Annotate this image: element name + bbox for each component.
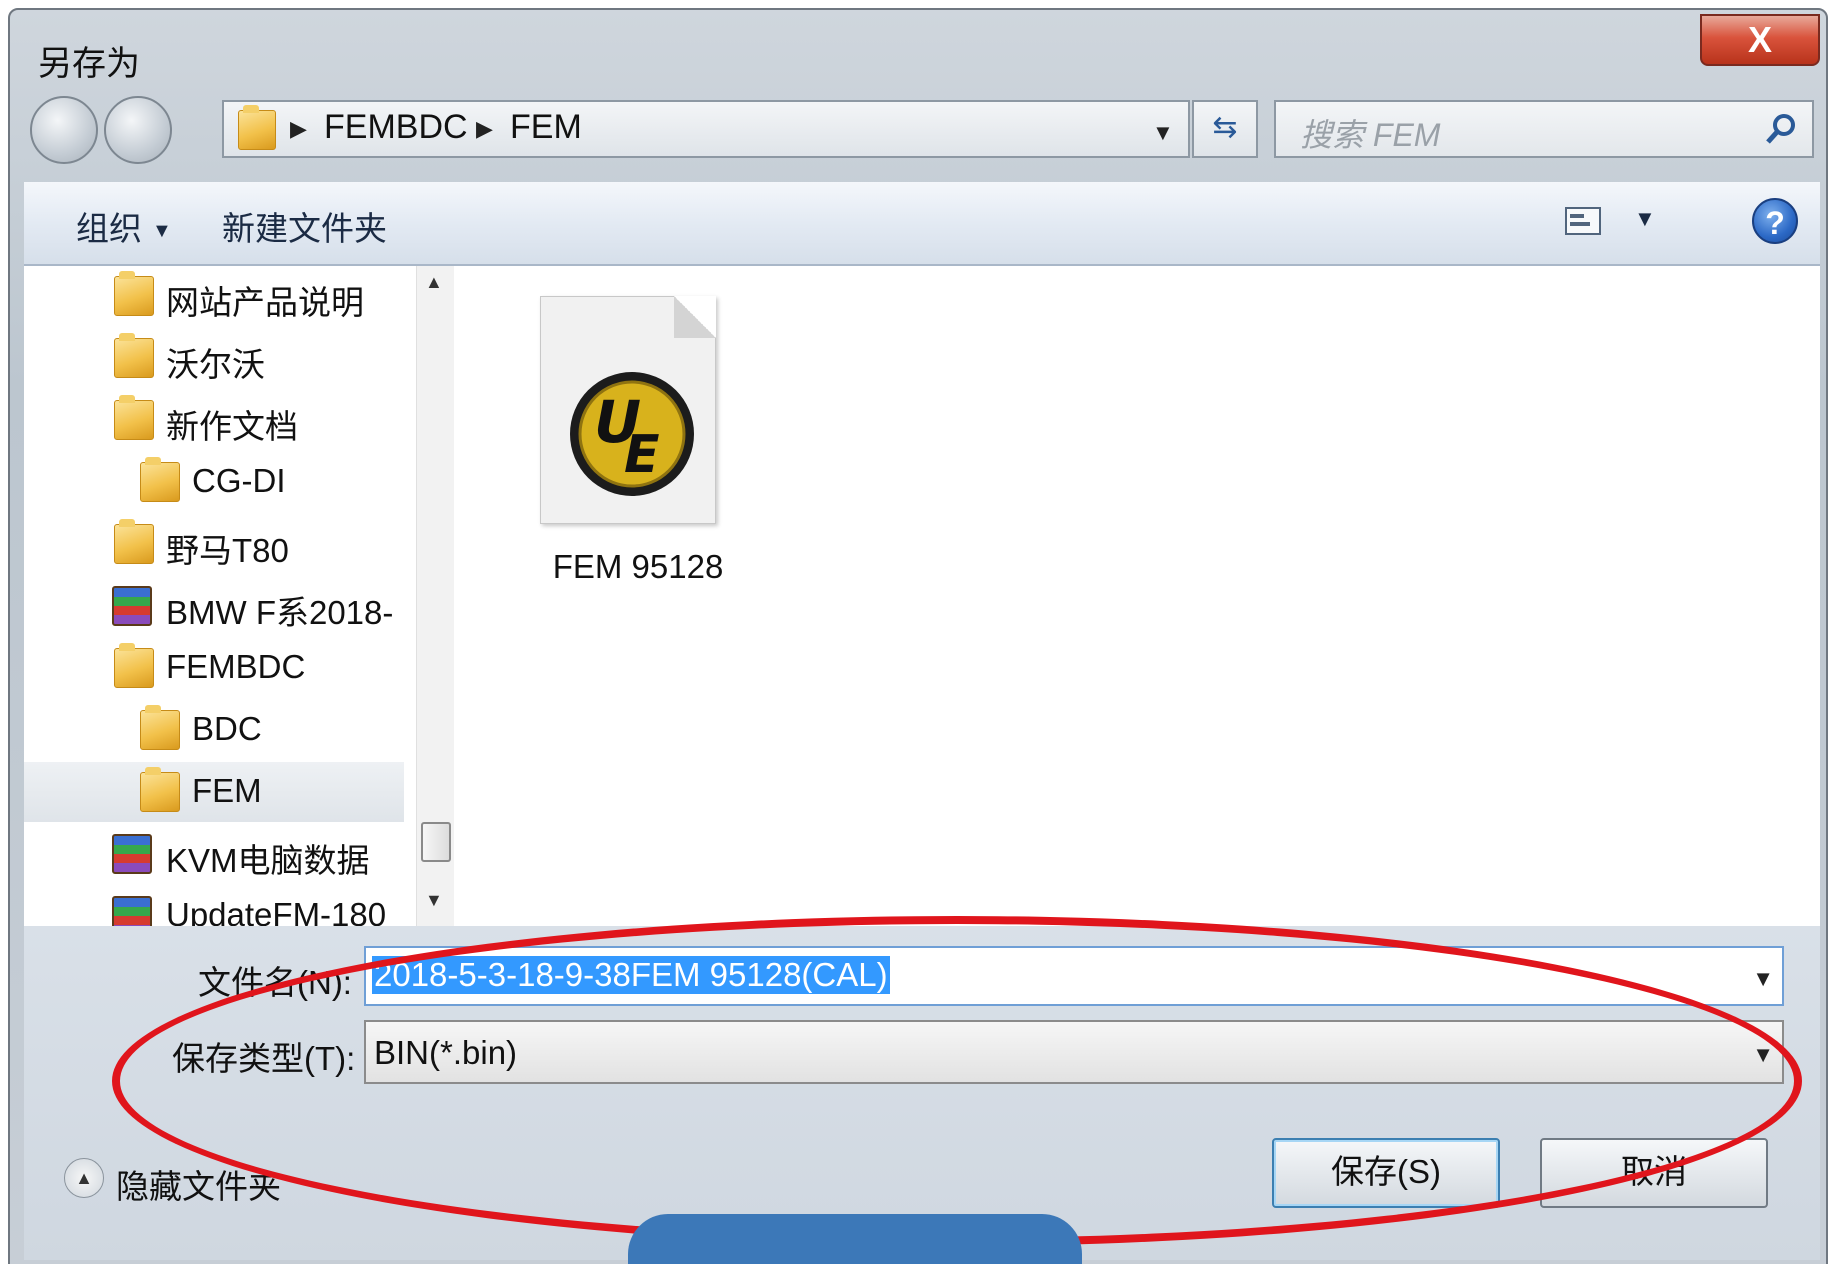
save-form-area: 文件名(N): 2018-5-3-18-9-38FEM 95128(CAL) ▼… [24, 926, 1820, 1260]
folder-icon [114, 643, 154, 688]
nav-item-label: CG-DI [192, 462, 286, 499]
nav-item[interactable]: 网站产品说明 [24, 266, 404, 326]
folder-icon [114, 333, 154, 378]
chevron-down-icon[interactable]: ▼ [1152, 120, 1174, 146]
nav-item[interactable]: BDC [24, 700, 404, 760]
folder-icon [114, 395, 154, 440]
nav-item-label: 沃尔沃 [166, 346, 265, 383]
nav-item-label: UpdateFM-180 [166, 896, 387, 926]
toolbar: 组织 ▼ 新建文件夹 ▼ ? [24, 182, 1820, 266]
ultraedit-file-icon: U E [570, 372, 694, 496]
chevron-up-icon[interactable]: ▲ [64, 1158, 104, 1198]
chevron-down-icon: ▼ [152, 219, 172, 242]
filename-value: 2018-5-3-18-9-38FEM 95128(CAL) [372, 956, 890, 994]
nav-item[interactable]: CG-DI [24, 452, 404, 512]
nav-item-label: 网站产品说明 [166, 284, 364, 321]
scroll-down-icon[interactable]: ▼ [425, 890, 443, 911]
navigation-pane: 网站产品说明 沃尔沃 新作文档 CG-DI 野马T80 BMW F系2018- … [24, 266, 438, 926]
archive-icon [112, 896, 152, 926]
folder-icon [140, 705, 180, 750]
nav-item-label: FEMBDC [166, 648, 306, 685]
nav-item[interactable]: 沃尔沃 [24, 328, 404, 388]
file-name: FEM 95128 [552, 548, 724, 585]
folder-icon [238, 105, 276, 150]
chevron-right-icon[interactable]: ▶ [476, 116, 493, 142]
nav-item-label: KVM电脑数据 [166, 842, 370, 879]
chevron-down-icon[interactable]: ▼ [1752, 1042, 1774, 1068]
nav-item[interactable]: UpdateFM-180 [24, 886, 404, 926]
new-folder-button[interactable]: 新建文件夹 [222, 202, 387, 250]
cancel-button[interactable]: 取消 [1540, 1138, 1768, 1208]
svg-text:E: E [624, 425, 660, 485]
folder-icon [114, 271, 154, 316]
nav-scrollbar[interactable]: ▲ ▼ [416, 266, 454, 926]
nav-item-label: FEM [192, 772, 262, 809]
forward-button[interactable] [104, 96, 172, 164]
nav-item[interactable]: 野马T80 [24, 514, 404, 574]
search-box[interactable]: 搜索 FEM [1274, 100, 1814, 158]
folder-icon [140, 457, 180, 502]
refresh-icon: ⇆ [1212, 111, 1238, 144]
scroll-thumb[interactable] [421, 822, 451, 862]
archive-icon [112, 586, 152, 626]
scroll-up-icon[interactable]: ▲ [425, 272, 443, 293]
save-button[interactable]: 保存(S) [1272, 1138, 1500, 1208]
chevron-down-icon[interactable]: ▼ [1752, 966, 1774, 992]
nav-item[interactable]: KVM电脑数据 [24, 824, 404, 884]
nav-item[interactable]: FEMBDC [24, 638, 404, 698]
organize-label: 组织 [76, 210, 142, 247]
nav-item[interactable]: 新作文档 [24, 390, 404, 450]
view-options-icon[interactable] [1564, 204, 1602, 238]
chevron-down-icon[interactable]: ▼ [1634, 206, 1656, 232]
dialog-title: 另存为 [38, 45, 140, 83]
close-button[interactable]: X [1700, 14, 1820, 66]
folder-icon [140, 767, 180, 812]
hide-folders-button[interactable]: 隐藏文件夹 [116, 1160, 281, 1208]
nav-item-label: BDC [192, 710, 262, 747]
back-button[interactable] [30, 96, 98, 164]
refresh-button[interactable]: ⇆ [1192, 100, 1258, 158]
filename-input[interactable]: 2018-5-3-18-9-38FEM 95128(CAL) ▼ [364, 946, 1784, 1006]
breadcrumb-item[interactable]: FEMBDC [324, 108, 468, 147]
filetype-select[interactable]: BIN(*.bin) ▼ [364, 1020, 1784, 1084]
help-icon[interactable]: ? [1752, 198, 1798, 244]
filetype-label: 保存类型(T): [172, 1040, 356, 1077]
nav-item-selected[interactable]: FEM [24, 762, 404, 822]
filetype-value: BIN(*.bin) [374, 1034, 518, 1071]
nav-item-label: 新作文档 [166, 408, 298, 445]
nav-item[interactable]: BMW F系2018- [24, 576, 404, 636]
address-bar[interactable]: ▶ FEMBDC ▶ FEM ▼ [222, 100, 1190, 158]
content-area: 网站产品说明 沃尔沃 新作文档 CG-DI 野马T80 BMW F系2018- … [24, 266, 1820, 926]
archive-icon [112, 834, 152, 874]
breadcrumb-item[interactable]: FEM [510, 108, 582, 147]
nav-item-label: BMW F系2018- [166, 594, 394, 631]
organize-menu[interactable]: 组织 ▼ [76, 202, 172, 250]
blue-tab-shape [628, 1214, 1082, 1264]
chevron-right-icon[interactable]: ▶ [290, 116, 307, 142]
search-input[interactable]: 搜索 FEM [1300, 110, 1440, 156]
nav-item-label: 野马T80 [166, 532, 289, 569]
filename-label: 文件名(N): [198, 964, 352, 1001]
folder-icon [114, 519, 154, 564]
search-icon[interactable] [1764, 112, 1798, 146]
